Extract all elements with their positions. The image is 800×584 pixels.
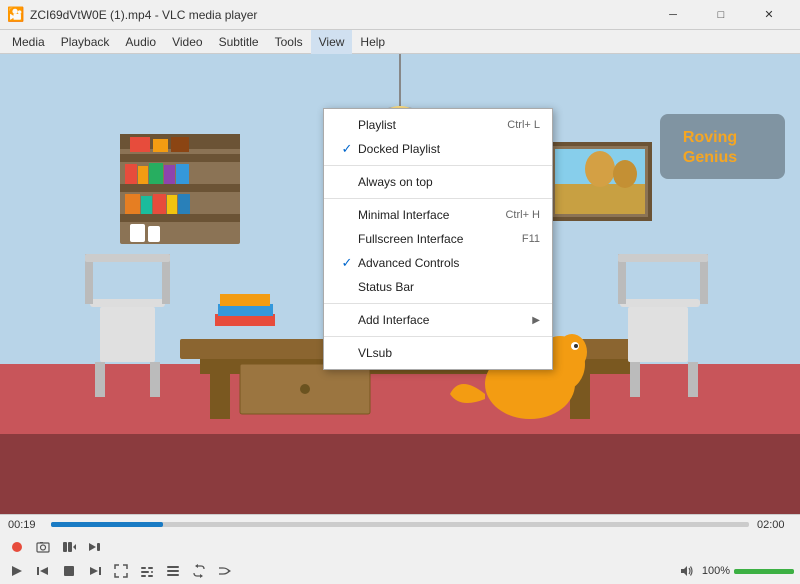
step-forward-icon	[88, 540, 102, 554]
toggle-playlist-icon	[166, 564, 180, 578]
status-bar-label: Status Bar	[358, 280, 528, 294]
menu-item-playlist[interactable]: Playlist Ctrl+ L	[324, 113, 552, 137]
advanced-controls-row	[0, 535, 800, 559]
loop-button[interactable]	[188, 561, 210, 581]
volume-bar[interactable]	[734, 569, 794, 574]
menu-help[interactable]: Help	[352, 30, 393, 54]
separator-1	[324, 165, 552, 166]
app-icon: 🎦	[8, 7, 24, 23]
view-dropdown-menu: Playlist Ctrl+ L ✓ Docked Playlist Alway…	[323, 108, 553, 370]
next-icon	[88, 564, 102, 578]
stop-button[interactable]	[58, 561, 80, 581]
svg-text:Genius: Genius	[683, 149, 737, 166]
shuffle-icon	[218, 564, 232, 578]
playlist-label: Playlist	[358, 118, 495, 132]
window-controls: ─ □ ✕	[650, 0, 792, 30]
window-title: ZCI69dVtW0E (1).mp4 - VLC media player	[30, 8, 650, 22]
extended-settings-icon	[140, 564, 154, 578]
mute-button[interactable]	[676, 561, 698, 581]
minimal-interface-label: Minimal Interface	[358, 208, 493, 222]
menu-bar: Media Playback Audio Video Subtitle Tool…	[0, 30, 800, 54]
separator-2	[324, 198, 552, 199]
add-interface-arrow-icon: ▶	[532, 315, 540, 326]
minimal-interface-shortcut: Ctrl+ H	[505, 209, 540, 221]
next-button[interactable]	[84, 561, 106, 581]
vlsub-label: VLsub	[358, 346, 528, 360]
previous-icon	[36, 564, 50, 578]
step-forward-button[interactable]	[84, 537, 106, 557]
always-on-top-label: Always on top	[358, 175, 528, 189]
frame-by-frame-icon	[62, 540, 76, 554]
fullscreen-interface-shortcut: F11	[522, 233, 540, 245]
advanced-controls-label: Advanced Controls	[358, 256, 528, 270]
minimize-button[interactable]: ─	[650, 0, 696, 30]
docked-playlist-check-icon: ✓	[336, 141, 358, 157]
menu-view[interactable]: View	[311, 30, 353, 54]
volume-bar-fill	[734, 569, 794, 574]
svg-text:Roving: Roving	[683, 129, 737, 146]
title-bar: 🎦 ZCI69dVtW0E (1).mp4 - VLC media player…	[0, 0, 800, 30]
add-interface-label: Add Interface	[358, 313, 532, 327]
progress-bar-fill	[51, 522, 163, 527]
menu-item-status-bar[interactable]: Status Bar	[324, 275, 552, 299]
menu-item-add-interface[interactable]: Add Interface ▶	[324, 308, 552, 332]
snapshot-icon	[36, 540, 50, 554]
loop-icon	[192, 564, 206, 578]
menu-item-vlsub[interactable]: VLsub	[324, 341, 552, 365]
menu-audio[interactable]: Audio	[117, 30, 164, 54]
fullscreen-icon	[114, 564, 128, 578]
play-icon	[10, 564, 24, 578]
advanced-controls-check-icon: ✓	[336, 255, 358, 271]
menu-tools[interactable]: Tools	[267, 30, 311, 54]
stop-icon	[62, 564, 76, 578]
time-total: 02:00	[757, 519, 792, 531]
menu-item-minimal-interface[interactable]: Minimal Interface Ctrl+ H	[324, 203, 552, 227]
separator-3	[324, 303, 552, 304]
menu-item-always-on-top[interactable]: Always on top	[324, 170, 552, 194]
fullscreen-interface-label: Fullscreen Interface	[358, 232, 510, 246]
docked-playlist-label: Docked Playlist	[358, 142, 528, 156]
maximize-button[interactable]: □	[698, 0, 744, 30]
close-button[interactable]: ✕	[746, 0, 792, 30]
toggle-playlist-button[interactable]	[162, 561, 184, 581]
time-current: 00:19	[8, 519, 43, 531]
progress-area: 00:19 02:00	[0, 515, 800, 535]
video-area: Roving Genius Playlist Ctrl+ L ✓ Docked …	[0, 54, 800, 514]
record-icon	[10, 540, 24, 554]
snapshot-button[interactable]	[32, 537, 54, 557]
menu-media[interactable]: Media	[4, 30, 53, 54]
fullscreen-button[interactable]	[110, 561, 132, 581]
volume-icon	[680, 564, 694, 578]
frame-by-frame-button[interactable]	[58, 537, 80, 557]
playlist-shortcut: Ctrl+ L	[507, 119, 540, 131]
play-button[interactable]	[6, 561, 28, 581]
progress-bar[interactable]	[51, 522, 749, 527]
menu-playback[interactable]: Playback	[53, 30, 118, 54]
menu-video[interactable]: Video	[164, 30, 210, 54]
previous-button[interactable]	[32, 561, 54, 581]
menu-item-fullscreen-interface[interactable]: Fullscreen Interface F11	[324, 227, 552, 251]
menu-item-docked-playlist[interactable]: ✓ Docked Playlist	[324, 137, 552, 161]
record-button[interactable]	[6, 537, 28, 557]
main-controls-row: 100%	[0, 558, 800, 584]
menu-item-advanced-controls[interactable]: ✓ Advanced Controls	[324, 251, 552, 275]
extended-settings-button[interactable]	[136, 561, 158, 581]
menu-subtitle[interactable]: Subtitle	[211, 30, 267, 54]
controls-area: 00:19 02:00	[0, 514, 800, 584]
separator-4	[324, 336, 552, 337]
volume-label: 100%	[702, 565, 730, 577]
volume-area: 100%	[676, 561, 794, 581]
shuffle-button[interactable]	[214, 561, 236, 581]
